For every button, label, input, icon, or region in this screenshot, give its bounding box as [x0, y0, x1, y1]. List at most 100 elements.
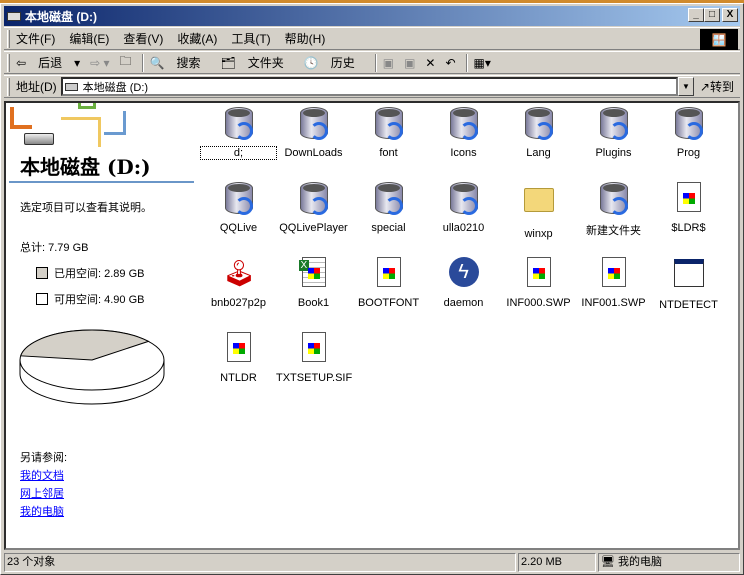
- views-button[interactable]: ▦▾: [474, 56, 491, 70]
- file-item[interactable]: ulla0210: [426, 182, 501, 234]
- file-item[interactable]: special: [351, 182, 426, 234]
- used-swatch: [36, 267, 48, 279]
- file-item[interactable]: d;: [200, 107, 277, 160]
- application-icon: [673, 259, 705, 293]
- file-item[interactable]: INF000.SWP: [501, 257, 576, 309]
- file-item[interactable]: Icons: [426, 107, 501, 159]
- file-item[interactable]: TXTSETUP.SIF: [276, 332, 353, 384]
- system-file-icon: [523, 257, 555, 291]
- joystick-icon: 🕹: [222, 258, 256, 288]
- drive-folder-icon: [673, 107, 705, 141]
- back-arrow-icon: ⇦: [16, 55, 27, 70]
- info-panel: 本地磁盘 (D:) 选定项目可以查看其说明。 总计: 7.79 GB 已用空间:…: [6, 103, 196, 548]
- copy-to-button[interactable]: ▣: [404, 56, 415, 70]
- address-dropdown-button[interactable]: ▼: [677, 77, 694, 96]
- file-name: DownLoads: [284, 147, 343, 159]
- address-label: 地址(D): [16, 80, 57, 94]
- file-name: winxp: [524, 228, 553, 240]
- file-name: Lang: [526, 147, 551, 159]
- search-button[interactable]: 🔍 搜索: [150, 54, 211, 71]
- forward-button[interactable]: ⇨ ▾: [90, 56, 109, 70]
- file-name: bnb027p2p: [210, 297, 267, 309]
- file-item[interactable]: $LDR$: [651, 182, 726, 234]
- file-name: d;: [200, 146, 277, 160]
- drive-folder-icon: [448, 107, 480, 141]
- file-item[interactable]: DownLoads: [276, 107, 351, 159]
- move-to-button[interactable]: ▣: [383, 56, 394, 70]
- status-bar: 23 个对象 2.20 MB 🖥 我的电脑: [4, 553, 740, 572]
- menu-file[interactable]: 文件(F): [16, 30, 55, 47]
- menu-edit[interactable]: 编辑(E): [69, 30, 109, 47]
- menu-bar: 文件(F) 编辑(E) 查看(V) 收藏(A) 工具(T) 帮助(H) 🪟: [4, 27, 740, 50]
- file-item[interactable]: Plugins: [576, 107, 651, 159]
- maximize-button[interactable]: □: [704, 8, 720, 22]
- file-item[interactable]: Prog: [651, 107, 726, 159]
- file-item[interactable]: 新建文件夹: [576, 182, 651, 238]
- explorer-window: 本地磁盘 (D:) _ □ X 文件(F) 编辑(E) 查看(V) 收藏(A) …: [0, 3, 744, 575]
- file-name: 新建文件夹: [586, 225, 641, 237]
- drive-icon: [24, 133, 54, 145]
- file-item[interactable]: winxp: [501, 182, 576, 240]
- file-item[interactable]: X Book1: [276, 257, 351, 309]
- system-file-icon: [673, 182, 705, 216]
- file-name: QQLivePlayer: [279, 222, 348, 234]
- drive-folder-icon: [373, 107, 405, 141]
- free-swatch: [36, 293, 48, 305]
- folders-icon: 🗂: [220, 55, 236, 70]
- toolbar: ⇦ 后退 ▾ ⇨ ▾ 🗀 🔍 搜索 🗂 文件夹 🕓 历史 ▣ ▣ ✕ ↶ ▦▾: [4, 51, 740, 74]
- back-button[interactable]: ⇦ 后退 ▾: [16, 54, 80, 71]
- file-name: Prog: [676, 147, 701, 159]
- excel-icon: X: [298, 257, 330, 291]
- drive-icon: [64, 83, 78, 91]
- file-name: font: [379, 147, 398, 159]
- file-name: INF001.SWP: [581, 297, 646, 309]
- disk-usage-pie: [19, 329, 165, 405]
- content-pane: 本地磁盘 (D:) 选定项目可以查看其说明。 总计: 7.79 GB 已用空间:…: [4, 101, 740, 550]
- menu-tools[interactable]: 工具(T): [231, 30, 270, 47]
- system-file-icon: [298, 332, 330, 366]
- file-name: TXTSETUP.SIF: [276, 372, 353, 384]
- used-space: 已用空间: 2.89 GB: [36, 265, 144, 281]
- search-icon: 🔍: [149, 55, 165, 70]
- file-name: ulla0210: [442, 222, 485, 234]
- computer-icon: 🖥: [601, 556, 615, 568]
- link-network-places[interactable]: 网上邻居: [20, 488, 64, 500]
- folders-button[interactable]: 🗂 文件夹: [221, 54, 294, 71]
- menu-favorites[interactable]: 收藏(A): [177, 30, 217, 47]
- file-name: Book1: [297, 297, 330, 309]
- up-folder-button[interactable]: 🗀: [120, 52, 132, 73]
- file-name: QQLive: [219, 222, 258, 234]
- menu-view[interactable]: 查看(V): [123, 30, 163, 47]
- file-item[interactable]: font: [351, 107, 426, 159]
- drive-folder-icon: [223, 182, 255, 216]
- file-item[interactable]: 🕹 bnb027p2p: [201, 257, 276, 309]
- file-item[interactable]: Lang: [501, 107, 576, 159]
- link-my-documents[interactable]: 我的文档: [20, 470, 64, 482]
- close-button[interactable]: X: [722, 8, 738, 22]
- status-size: 2.20 MB: [518, 553, 596, 572]
- go-button[interactable]: ↗转到: [700, 78, 734, 95]
- undo-icon[interactable]: ↶: [445, 56, 455, 70]
- file-name: $LDR$: [671, 222, 706, 234]
- hint-text: 选定项目可以查看其说明。: [20, 202, 152, 214]
- file-name: NTDETECT: [659, 299, 718, 311]
- history-button[interactable]: 🕓 历史: [304, 54, 365, 71]
- delete-icon[interactable]: ✕: [425, 56, 435, 70]
- total-size: 总计: 7.79 GB: [20, 242, 89, 254]
- file-item[interactable]: NTLDR: [201, 332, 276, 384]
- minimize-button[interactable]: _: [688, 8, 704, 22]
- file-item[interactable]: BOOTFONT: [351, 257, 426, 309]
- status-count: 23 个对象: [4, 553, 516, 572]
- file-name: INF000.SWP: [506, 297, 571, 309]
- file-item[interactable]: QQLive: [201, 182, 276, 234]
- drive-folder-icon: [598, 182, 630, 216]
- link-my-computer[interactable]: 我的电脑: [20, 506, 64, 518]
- menu-help[interactable]: 帮助(H): [285, 30, 326, 47]
- address-input[interactable]: [60, 77, 678, 96]
- file-item[interactable]: QQLivePlayer: [276, 182, 351, 234]
- file-item[interactable]: INF001.SWP: [576, 257, 651, 309]
- title-bar: 本地磁盘 (D:) _ □ X: [4, 6, 740, 26]
- file-name: BOOTFONT: [357, 297, 420, 309]
- file-item[interactable]: ϟ daemon: [426, 257, 501, 309]
- file-item[interactable]: NTDETECT: [651, 257, 726, 311]
